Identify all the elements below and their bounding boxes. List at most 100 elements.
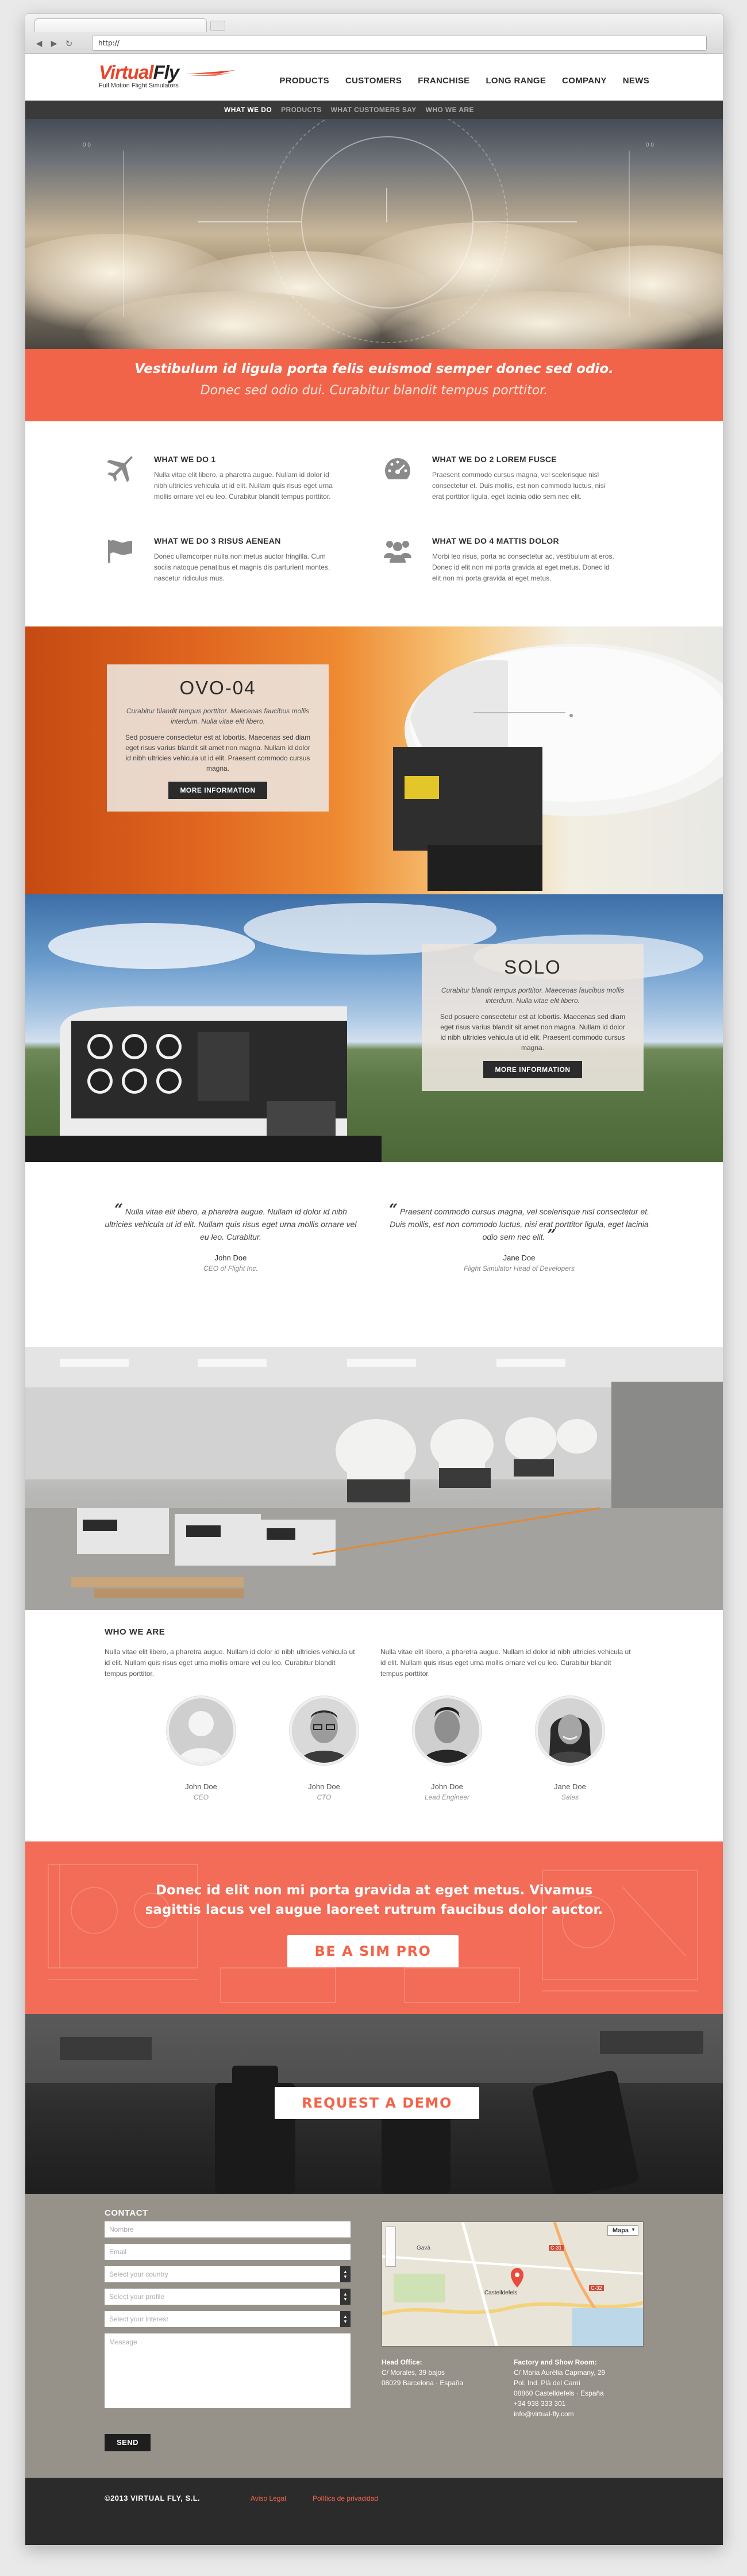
location-map[interactable]: Mapa ▼ Castelldefels C-31 C-32 Gavà xyxy=(382,2221,644,2347)
ovo-quote: Curabitur blandit tempus porttitor. Maec… xyxy=(126,707,310,725)
ovo-title: OVO-04 xyxy=(179,677,256,698)
address-bar[interactable]: http:// xyxy=(92,36,707,51)
head-office-label: Head Office: xyxy=(382,2358,422,2366)
team-member-name: Jane Doe xyxy=(554,1782,586,1791)
map-place-label: Gavà xyxy=(417,2245,430,2251)
subnav-what-customers-say[interactable]: WHAT CUSTOMERS SAY xyxy=(331,106,417,114)
who-we-are-text: Nulla vitae elit libero, a pharetra augu… xyxy=(380,1648,631,1678)
forward-icon[interactable]: ▶ xyxy=(48,38,60,49)
ovo-more-info-button[interactable]: MORE INFORMATION xyxy=(168,782,267,799)
name-field[interactable]: Nombre xyxy=(105,2221,351,2237)
ovo-card: OVO-04 Curabitur blandit tempus porttito… xyxy=(107,664,329,812)
nav-products[interactable]: PRODUCTS xyxy=(279,76,329,86)
who-we-are-section: WHO WE ARE Nulla vitae elit libero, a ph… xyxy=(25,1610,723,1841)
profile-select-label: Select your profile xyxy=(109,2293,165,2301)
reload-icon[interactable]: ↻ xyxy=(63,38,75,49)
what-we-do-text: Nulla vitae elit libero, a pharetra augu… xyxy=(154,471,333,501)
browser-toolbar: ◀ ▶ ↻ http:// xyxy=(25,14,723,54)
testimonial-name: John Doe xyxy=(214,1254,247,1262)
gauge-icon xyxy=(385,458,410,479)
browser-tab[interactable] xyxy=(34,18,207,32)
what-we-do-text: Donec ullamcorper nulla non metus auctor… xyxy=(154,552,330,582)
privacy-policy-link[interactable]: Política de privacidad xyxy=(313,2494,378,2502)
ovo-simulator-image xyxy=(393,644,723,891)
email-link[interactable]: info@virtual-fly.com xyxy=(514,2409,605,2419)
solo-quote: Curabitur blandit tempus porttitor. Maec… xyxy=(441,986,625,1005)
copyright: ©2013 VIRTUAL FLY, S.L. xyxy=(105,2494,201,2502)
profile-select[interactable]: Select your profile ▲ ▼ xyxy=(105,2289,351,2305)
map-type-label: Mapa xyxy=(612,2227,629,2234)
solo-title: SOLO xyxy=(504,956,561,978)
nav-customers[interactable]: CUSTOMERS xyxy=(345,76,402,86)
people-icon xyxy=(384,541,411,563)
what-we-do-section: WHAT WE DO 1 Nulla vitae elit libero, a … xyxy=(25,421,723,626)
product-solo-panel: SOLO Curabitur blandit tempus porttitor.… xyxy=(25,894,723,1162)
what-we-do-title: WHAT WE DO 4 MATTIS DOLOR xyxy=(432,536,559,545)
airplane-icon xyxy=(107,456,133,482)
solo-more-info-button[interactable]: MORE INFORMATION xyxy=(483,1061,582,1078)
workshop-image xyxy=(25,1347,723,1610)
site-footer: ©2013 VIRTUAL FLY, S.L. Aviso Legal Polí… xyxy=(25,2478,723,2545)
what-we-do-text: Praesent commodo cursus magna, vel scele… xyxy=(432,471,606,501)
subnav-products[interactable]: PRODUCTS xyxy=(281,106,322,114)
team-member-name: John Doe xyxy=(431,1782,463,1791)
nav-franchise[interactable]: FRANCHISE xyxy=(418,76,469,86)
flag-icon xyxy=(108,540,132,563)
legal-notice-link[interactable]: Aviso Legal xyxy=(251,2494,286,2502)
send-button[interactable]: SEND xyxy=(105,2434,151,2451)
default-avatar-icon xyxy=(169,1698,233,1763)
testimonial-name: Jane Doe xyxy=(503,1254,536,1262)
avatar xyxy=(536,1696,604,1765)
logo-text-virtual: Virtual xyxy=(99,61,153,83)
testimonial-role: CEO of Flight Inc. xyxy=(203,1264,258,1272)
avatar xyxy=(413,1696,482,1765)
testimonials-section: “ Nulla vitae elit libero, a pharetra au… xyxy=(25,1162,723,1347)
hero-headline: Vestibulum id ligula porta felis euismod… xyxy=(134,362,614,376)
testimonial-role: Flight Simulator Head of Developers xyxy=(464,1264,575,1272)
site-header: VirtualFly Full Motion Flight Simulators… xyxy=(25,55,723,101)
new-tab-button[interactable] xyxy=(210,21,225,31)
select-arrows-icon: ▲ ▼ xyxy=(340,2266,351,2282)
logo-wing-icon xyxy=(185,70,236,76)
interest-select[interactable]: Select your interest ▲ ▼ xyxy=(105,2311,351,2327)
avatar xyxy=(167,1696,236,1765)
chevron-down-icon: ▼ xyxy=(631,2227,636,2232)
logo-text-fly: Fly xyxy=(153,61,179,83)
be-a-sim-pro-button[interactable]: BE A SIM PRO xyxy=(287,1935,459,1967)
country-select[interactable]: Select your country ▲ ▼ xyxy=(105,2266,351,2282)
select-arrows-icon: ▲ ▼ xyxy=(340,2311,351,2327)
request-demo-section: REQUEST A DEMO xyxy=(25,2014,723,2194)
team-member: John Doe Lead Engineer xyxy=(404,1696,490,1801)
factory-address: Factory and Show Room: C/ Maria Aurèlia … xyxy=(514,2357,605,2419)
sim-pro-text: Donec id elit non mi porta gravida at eg… xyxy=(145,1883,603,1917)
subnav-who-we-are[interactable]: WHO WE ARE xyxy=(426,106,474,114)
sim-pro-section: Donec id elit non mi porta gravida at eg… xyxy=(25,1841,723,2014)
product-ovo-panel: OVO-04 Curabitur blandit tempus porttito… xyxy=(25,626,723,894)
email-field[interactable]: Email xyxy=(105,2244,351,2260)
hero-subline: Donec sed odio dui. Curabitur blandit te… xyxy=(200,383,548,398)
back-icon[interactable]: ◀ xyxy=(33,38,45,49)
contact-title: CONTACT xyxy=(105,2208,148,2218)
map-type-select[interactable]: Mapa ▼ xyxy=(607,2225,638,2236)
testimonial: “ Nulla vitae elit libero, a pharetra au… xyxy=(100,1202,361,1272)
browser-window: ◀ ▶ ↻ http:// VirtualFly Full Motion Fli… xyxy=(25,14,723,2545)
solo-card: SOLO Curabitur blandit tempus porttitor.… xyxy=(422,944,644,1091)
address-line: C/ Maria Aurèlia Capmany, 29 xyxy=(514,2369,606,2377)
avatar xyxy=(290,1696,359,1765)
map-zoom-control[interactable] xyxy=(386,2227,396,2267)
team-member-name: John Doe xyxy=(185,1782,217,1791)
nav-long-range[interactable]: LONG RANGE xyxy=(486,76,546,86)
who-we-are-text: Nulla vitae elit libero, a pharetra augu… xyxy=(105,1648,355,1678)
select-arrows-icon: ▲ ▼ xyxy=(340,2289,351,2305)
who-we-are-title: WHO WE ARE xyxy=(105,1627,165,1637)
nav-company[interactable]: COMPANY xyxy=(562,76,607,86)
map-road-label: C-31 xyxy=(549,2245,564,2251)
solo-description: Sed posuere consectetur est at lobortis.… xyxy=(440,1013,626,1052)
message-textarea[interactable]: Message xyxy=(105,2333,351,2408)
what-we-do-title: WHAT WE DO 2 LOREM FUSCE xyxy=(432,455,557,464)
logo[interactable]: VirtualFly Full Motion Flight Simulators xyxy=(99,61,236,89)
request-demo-button[interactable]: REQUEST A DEMO xyxy=(275,2087,479,2119)
nav-news[interactable]: NEWS xyxy=(623,76,649,86)
testimonial-quote: “ Praesent commodo cursus magna, vel sce… xyxy=(388,1201,650,1244)
subnav-what-we-do[interactable]: WHAT WE DO xyxy=(224,106,272,114)
